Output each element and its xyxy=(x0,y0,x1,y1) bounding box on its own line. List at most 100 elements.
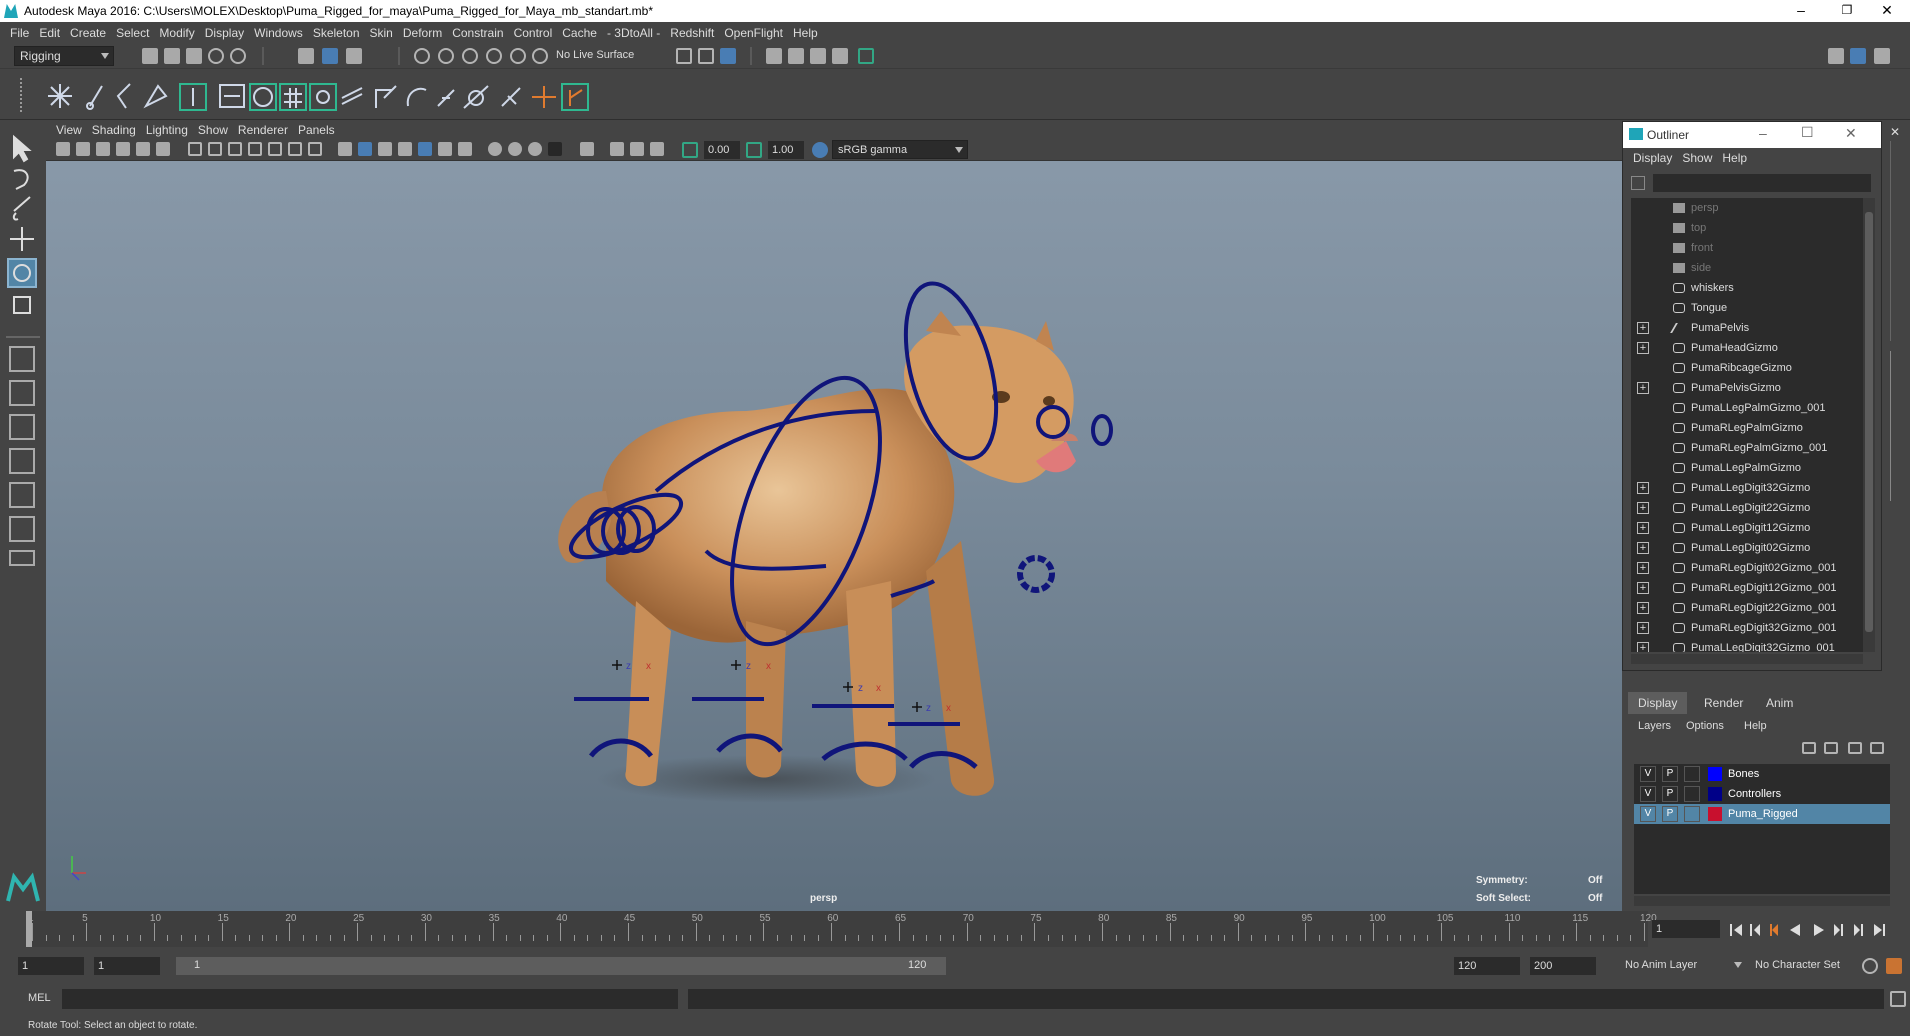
panel-menu-lighting[interactable]: Lighting xyxy=(146,123,188,137)
xray-active-icon[interactable] xyxy=(630,142,644,156)
outliner-item[interactable]: + PumaPelvis xyxy=(1631,318,1863,338)
outliner-item[interactable]: + PumaLLegDigit32Gizmo xyxy=(1631,478,1863,498)
color-management-icon[interactable] xyxy=(812,142,828,158)
menu-create[interactable]: Create xyxy=(70,26,106,40)
maya-m-icon[interactable] xyxy=(6,871,40,905)
wireframe-icon[interactable] xyxy=(338,142,352,156)
outliner-item[interactable]: + PumaRLegDigit02Gizmo_001 xyxy=(1631,558,1863,578)
exposure-icon[interactable] xyxy=(682,142,698,158)
tab-anim[interactable]: Anim xyxy=(1756,692,1803,714)
image-plane-icon[interactable] xyxy=(116,142,130,156)
expand-icon[interactable]: + xyxy=(1637,522,1649,534)
menu-set-dropdown[interactable]: Rigging xyxy=(14,46,114,66)
lights-icon[interactable] xyxy=(438,142,452,156)
layer-visibility-toggle[interactable]: V xyxy=(1640,786,1656,802)
redo-icon[interactable] xyxy=(230,48,246,64)
attribute-editor-tab[interactable] xyxy=(1890,141,1902,341)
safe-title-icon[interactable] xyxy=(308,142,322,156)
outliner-item[interactable]: PumaRLegPalmGizmo xyxy=(1631,418,1863,438)
outliner-item[interactable]: + PumaLLegDigit32Gizmo_001 xyxy=(1631,638,1863,652)
new-layer-icon[interactable] xyxy=(1848,742,1862,754)
menu-3dtoall[interactable]: - 3DtoAll - xyxy=(607,26,660,40)
motion-blur-icon[interactable] xyxy=(508,142,522,156)
playback-start-field[interactable]: 1 xyxy=(94,957,160,975)
save-scene-icon[interactable] xyxy=(186,48,202,64)
layer-playback-toggle[interactable]: P xyxy=(1662,786,1678,802)
backface-icon[interactable] xyxy=(650,142,664,156)
safe-action-icon[interactable] xyxy=(288,142,302,156)
menu-skeleton[interactable]: Skeleton xyxy=(313,26,360,40)
outliner-item[interactable]: + PumaLLegDigit22Gizmo xyxy=(1631,498,1863,518)
color-space-dropdown[interactable]: sRGB gamma xyxy=(832,140,968,159)
layer-display-type-toggle[interactable] xyxy=(1684,766,1700,782)
exposure-field[interactable]: 0.00 xyxy=(704,141,740,159)
expand-icon[interactable]: + xyxy=(1637,502,1649,514)
menu-select[interactable]: Select xyxy=(116,26,149,40)
outliner-list[interactable]: persp top front side whiskers Tongue + PumaPelv… xyxy=(1631,198,1863,652)
input-output-icon[interactable] xyxy=(676,48,692,64)
sidebar-toggle-icon[interactable] xyxy=(1828,48,1844,64)
minimize-button[interactable]: – xyxy=(1778,0,1824,22)
time-slider[interactable]: 1510152025303540455055606570758085909510… xyxy=(0,911,1910,947)
outliner-item[interactable]: whiskers xyxy=(1631,278,1863,298)
new-layer-selected-icon[interactable] xyxy=(1870,742,1884,754)
camera-attributes-icon[interactable] xyxy=(76,142,90,156)
menu-display[interactable]: Display xyxy=(205,26,244,40)
outliner-item[interactable]: PumaLLegPalmGizmo xyxy=(1631,458,1863,478)
layer-playback-toggle[interactable]: P xyxy=(1662,766,1678,782)
expand-icon[interactable]: + xyxy=(1637,642,1649,652)
outliner-item[interactable]: + PumaPelvisGizmo xyxy=(1631,378,1863,398)
tab-render[interactable]: Render xyxy=(1694,692,1753,714)
layer-color-swatch[interactable] xyxy=(1708,767,1722,781)
ipr-render-icon[interactable] xyxy=(810,48,826,64)
menu-skin[interactable]: Skin xyxy=(370,26,393,40)
playback-end-field[interactable]: 120 xyxy=(1454,957,1520,975)
multisample-icon[interactable] xyxy=(528,142,542,156)
time-slider-track[interactable]: 1510152025303540455055606570758085909510… xyxy=(28,911,1657,947)
outliner-close-button[interactable]: ✕ xyxy=(1845,125,1857,142)
layer-row-puma-rigged[interactable]: V P Puma_Rigged xyxy=(1634,804,1890,824)
new-scene-icon[interactable] xyxy=(142,48,158,64)
channel-box-tab[interactable] xyxy=(1890,351,1902,501)
film-gate-icon[interactable] xyxy=(208,142,222,156)
expand-icon[interactable]: + xyxy=(1637,582,1649,594)
outliner-item[interactable]: Tongue xyxy=(1631,298,1863,318)
layer-h-scrollbar[interactable] xyxy=(1634,896,1890,906)
layer-visibility-toggle[interactable]: V xyxy=(1640,806,1656,822)
outliner-item[interactable]: + PumaRLegDigit22Gizmo_001 xyxy=(1631,598,1863,618)
outliner-menu-display[interactable]: Display xyxy=(1633,151,1672,165)
menu-help[interactable]: Help xyxy=(793,26,818,40)
menu-cache[interactable]: Cache xyxy=(562,26,597,40)
panel-menu-shading[interactable]: Shading xyxy=(92,123,136,137)
snap-live-icon[interactable] xyxy=(510,48,526,64)
smooth-shade-icon[interactable] xyxy=(358,142,372,156)
resolution-gate-icon[interactable] xyxy=(228,142,242,156)
gate-mask-icon[interactable] xyxy=(248,142,262,156)
outliner-h-scrollbar[interactable] xyxy=(1631,654,1863,664)
script-editor-icon[interactable] xyxy=(1890,991,1906,1007)
shadows-icon[interactable] xyxy=(458,142,472,156)
animation-start-field[interactable]: 1 xyxy=(18,957,84,975)
select-component-icon[interactable] xyxy=(346,48,362,64)
expand-icon[interactable]: + xyxy=(1637,342,1649,354)
range-slider[interactable] xyxy=(176,957,946,975)
character-set-dropdown[interactable]: No Character Set xyxy=(1750,956,1862,976)
move-layer-up-icon[interactable] xyxy=(1802,742,1816,754)
layer-color-swatch[interactable] xyxy=(1708,807,1722,821)
menu-windows[interactable]: Windows xyxy=(254,26,303,40)
outliner-item[interactable]: persp xyxy=(1631,198,1863,218)
render-settings-icon[interactable] xyxy=(766,48,782,64)
xray-joints-icon[interactable] xyxy=(418,142,432,156)
expand-icon[interactable]: + xyxy=(1637,382,1649,394)
outliner-item[interactable]: PumaRLegPalmGizmo_001 xyxy=(1631,438,1863,458)
current-frame-field[interactable]: 1 xyxy=(1652,920,1720,938)
scrollbar-thumb[interactable] xyxy=(1865,212,1873,632)
expand-icon[interactable]: + xyxy=(1637,562,1649,574)
textured-icon[interactable] xyxy=(398,142,412,156)
expand-icon[interactable]: + xyxy=(1637,602,1649,614)
xray-icon[interactable] xyxy=(610,142,624,156)
make-live-icon[interactable] xyxy=(532,48,548,64)
expand-icon[interactable]: + xyxy=(1637,622,1649,634)
menu-redshift[interactable]: Redshift xyxy=(670,26,714,40)
outliner-item[interactable]: + PumaLLegDigit12Gizmo xyxy=(1631,518,1863,538)
